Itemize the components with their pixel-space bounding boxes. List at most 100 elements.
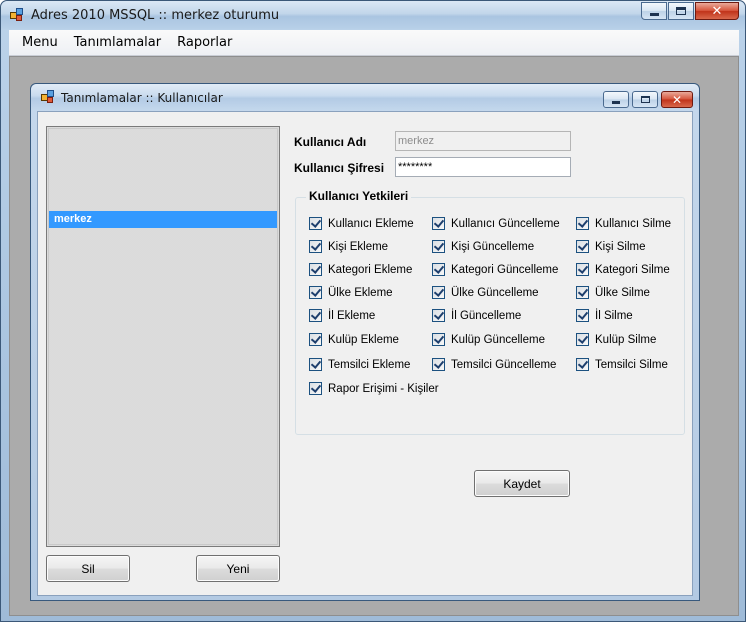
checkbox-checked-icon[interactable] bbox=[309, 358, 322, 371]
permission-checkbox-label: Temsilci Silme bbox=[595, 358, 668, 371]
close-icon: ✕ bbox=[671, 92, 683, 107]
checkbox-checked-icon[interactable] bbox=[432, 217, 445, 230]
permission-checkbox[interactable]: Kullanıcı Silme bbox=[576, 217, 671, 230]
username-field[interactable]: merkez bbox=[395, 131, 571, 151]
minimize-icon bbox=[612, 100, 620, 104]
checkbox-checked-icon[interactable] bbox=[576, 240, 589, 253]
checkbox-checked-icon[interactable] bbox=[576, 333, 589, 346]
permission-checkbox-label: Ülke Silme bbox=[595, 286, 650, 299]
checkbox-checked-icon[interactable] bbox=[309, 382, 322, 395]
checkbox-checked-icon[interactable] bbox=[309, 333, 322, 346]
permission-checkbox[interactable]: Ülke Güncelleme bbox=[432, 286, 539, 299]
permissions-group-title: Kullanıcı Yetkileri bbox=[306, 189, 412, 203]
child-window-icon bbox=[41, 90, 55, 104]
checkbox-checked-icon[interactable] bbox=[432, 358, 445, 371]
permission-checkbox-label: Kulüp Silme bbox=[595, 333, 657, 346]
permission-checkbox-label: Ülke Güncelleme bbox=[451, 286, 539, 299]
permission-checkbox[interactable]: Kulüp Güncelleme bbox=[432, 333, 545, 346]
permission-checkbox-label: Rapor Erişimi - Kişiler bbox=[328, 382, 439, 395]
child-close-button[interactable]: ✕ bbox=[661, 91, 693, 108]
permission-checkbox[interactable]: Kullanıcı Ekleme bbox=[309, 217, 414, 230]
menu-item-raporlar[interactable]: Raporlar bbox=[170, 35, 241, 50]
permission-checkbox[interactable]: İl Ekleme bbox=[309, 309, 375, 322]
close-button[interactable]: ✕ bbox=[695, 2, 739, 20]
permission-checkbox-label: İl Güncelleme bbox=[451, 309, 522, 322]
permission-checkbox[interactable]: Kategori Ekleme bbox=[309, 263, 412, 276]
username-label: Kullanıcı Adı bbox=[294, 135, 367, 149]
permission-checkbox[interactable]: Kullanıcı Güncelleme bbox=[432, 217, 560, 230]
checkbox-checked-icon[interactable] bbox=[309, 286, 322, 299]
password-field[interactable]: ******** bbox=[395, 157, 571, 177]
child-maximize-button[interactable] bbox=[632, 91, 658, 108]
checkbox-checked-icon[interactable] bbox=[576, 358, 589, 371]
close-icon: ✕ bbox=[711, 3, 723, 18]
permission-checkbox-label: Kategori Silme bbox=[595, 263, 670, 276]
checkbox-checked-icon[interactable] bbox=[576, 217, 589, 230]
permission-checkbox[interactable]: Kişi Güncelleme bbox=[432, 240, 534, 253]
user-listbox[interactable]: merkez bbox=[46, 126, 280, 547]
app-icon bbox=[10, 8, 24, 22]
permission-checkbox[interactable]: Kategori Güncelleme bbox=[432, 263, 558, 276]
main-titlebar[interactable]: Adres 2010 MSSQL :: merkez oturumu ✕ bbox=[1, 1, 745, 29]
permission-checkbox-label: Temsilci Güncelleme bbox=[451, 358, 557, 371]
permission-checkbox-label: Kulüp Ekleme bbox=[328, 333, 399, 346]
permission-checkbox-label: Kullanıcı Silme bbox=[595, 217, 672, 230]
permission-checkbox-label: Kişi Ekleme bbox=[328, 240, 389, 253]
child-minimize-button[interactable] bbox=[603, 91, 629, 108]
permission-checkbox[interactable]: Kategori Silme bbox=[576, 263, 670, 276]
maximize-button[interactable] bbox=[668, 2, 694, 20]
permission-checkbox[interactable]: İl Silme bbox=[576, 309, 633, 322]
permission-checkbox[interactable]: Ülke Ekleme bbox=[309, 286, 393, 299]
permission-checkbox-label: Temsilci Ekleme bbox=[328, 358, 411, 371]
checkbox-checked-icon[interactable] bbox=[432, 263, 445, 276]
maximize-icon bbox=[676, 7, 686, 15]
checkbox-checked-icon[interactable] bbox=[432, 240, 445, 253]
permission-checkbox-label: İl Ekleme bbox=[328, 309, 376, 322]
menu-item-menu[interactable]: Menu bbox=[9, 35, 67, 50]
save-button[interactable]: Kaydet bbox=[474, 470, 570, 497]
minimize-button[interactable] bbox=[641, 2, 667, 20]
new-button[interactable]: Yeni bbox=[196, 555, 280, 582]
permission-checkbox-label: Ülke Ekleme bbox=[328, 286, 393, 299]
permission-checkbox[interactable]: İl Güncelleme bbox=[432, 309, 521, 322]
checkbox-checked-icon[interactable] bbox=[432, 333, 445, 346]
maximize-icon bbox=[640, 96, 650, 103]
permission-checkbox[interactable]: Temsilci Silme bbox=[576, 358, 668, 371]
checkbox-checked-icon[interactable] bbox=[576, 309, 589, 322]
permission-checkbox[interactable]: Ülke Silme bbox=[576, 286, 650, 299]
permission-checkbox-label: Kategori Güncelleme bbox=[451, 263, 559, 276]
users-child-window: Tanımlamalar :: Kullanıcılar ✕ merkez Si… bbox=[30, 83, 700, 601]
permission-checkbox[interactable]: Kulüp Silme bbox=[576, 333, 656, 346]
checkbox-checked-icon[interactable] bbox=[432, 286, 445, 299]
permission-checkbox-label: İl Silme bbox=[595, 309, 633, 322]
delete-button[interactable]: Sil bbox=[46, 555, 130, 582]
checkbox-checked-icon[interactable] bbox=[432, 309, 445, 322]
password-label: Kullanıcı Şifresi bbox=[294, 161, 385, 175]
permission-checkbox[interactable]: Temsilci Güncelleme bbox=[432, 358, 556, 371]
child-window-title: Tanımlamalar :: Kullanıcılar bbox=[61, 91, 223, 105]
permission-checkbox-label: Kullanıcı Güncelleme bbox=[451, 217, 560, 230]
window-caption-buttons: ✕ bbox=[640, 2, 739, 20]
user-list-item[interactable]: merkez bbox=[49, 211, 277, 228]
checkbox-checked-icon[interactable] bbox=[576, 286, 589, 299]
permission-checkbox[interactable]: Temsilci Ekleme bbox=[309, 358, 410, 371]
checkbox-checked-icon[interactable] bbox=[309, 309, 322, 322]
child-titlebar[interactable]: Tanımlamalar :: Kullanıcılar ✕ bbox=[31, 84, 699, 110]
checkbox-checked-icon[interactable] bbox=[309, 217, 322, 230]
child-caption-buttons: ✕ bbox=[600, 91, 693, 108]
menu-item-tanimlamalar[interactable]: Tanımlamalar bbox=[67, 35, 170, 50]
permission-checkbox-label: Kulüp Güncelleme bbox=[451, 333, 545, 346]
permission-checkbox[interactable]: Kişi Ekleme bbox=[309, 240, 388, 253]
minimize-icon bbox=[649, 12, 659, 16]
menu-bar: Menu Tanımlamalar Raporlar bbox=[9, 30, 739, 56]
checkbox-checked-icon[interactable] bbox=[309, 240, 322, 253]
checkbox-checked-icon[interactable] bbox=[309, 263, 322, 276]
child-client-area: merkez Sil Yeni Kullanıcı Adı merkez Kul… bbox=[37, 111, 693, 596]
permission-checkbox[interactable]: Rapor Erişimi - Kişiler bbox=[309, 382, 439, 395]
permission-checkbox-label: Kullanıcı Ekleme bbox=[328, 217, 414, 230]
permission-checkbox[interactable]: Kişi Silme bbox=[576, 240, 645, 253]
permission-checkbox-label: Kategori Ekleme bbox=[328, 263, 413, 276]
permission-checkbox[interactable]: Kulüp Ekleme bbox=[309, 333, 399, 346]
checkbox-checked-icon[interactable] bbox=[576, 263, 589, 276]
permission-checkbox-label: Kişi Silme bbox=[595, 240, 646, 253]
